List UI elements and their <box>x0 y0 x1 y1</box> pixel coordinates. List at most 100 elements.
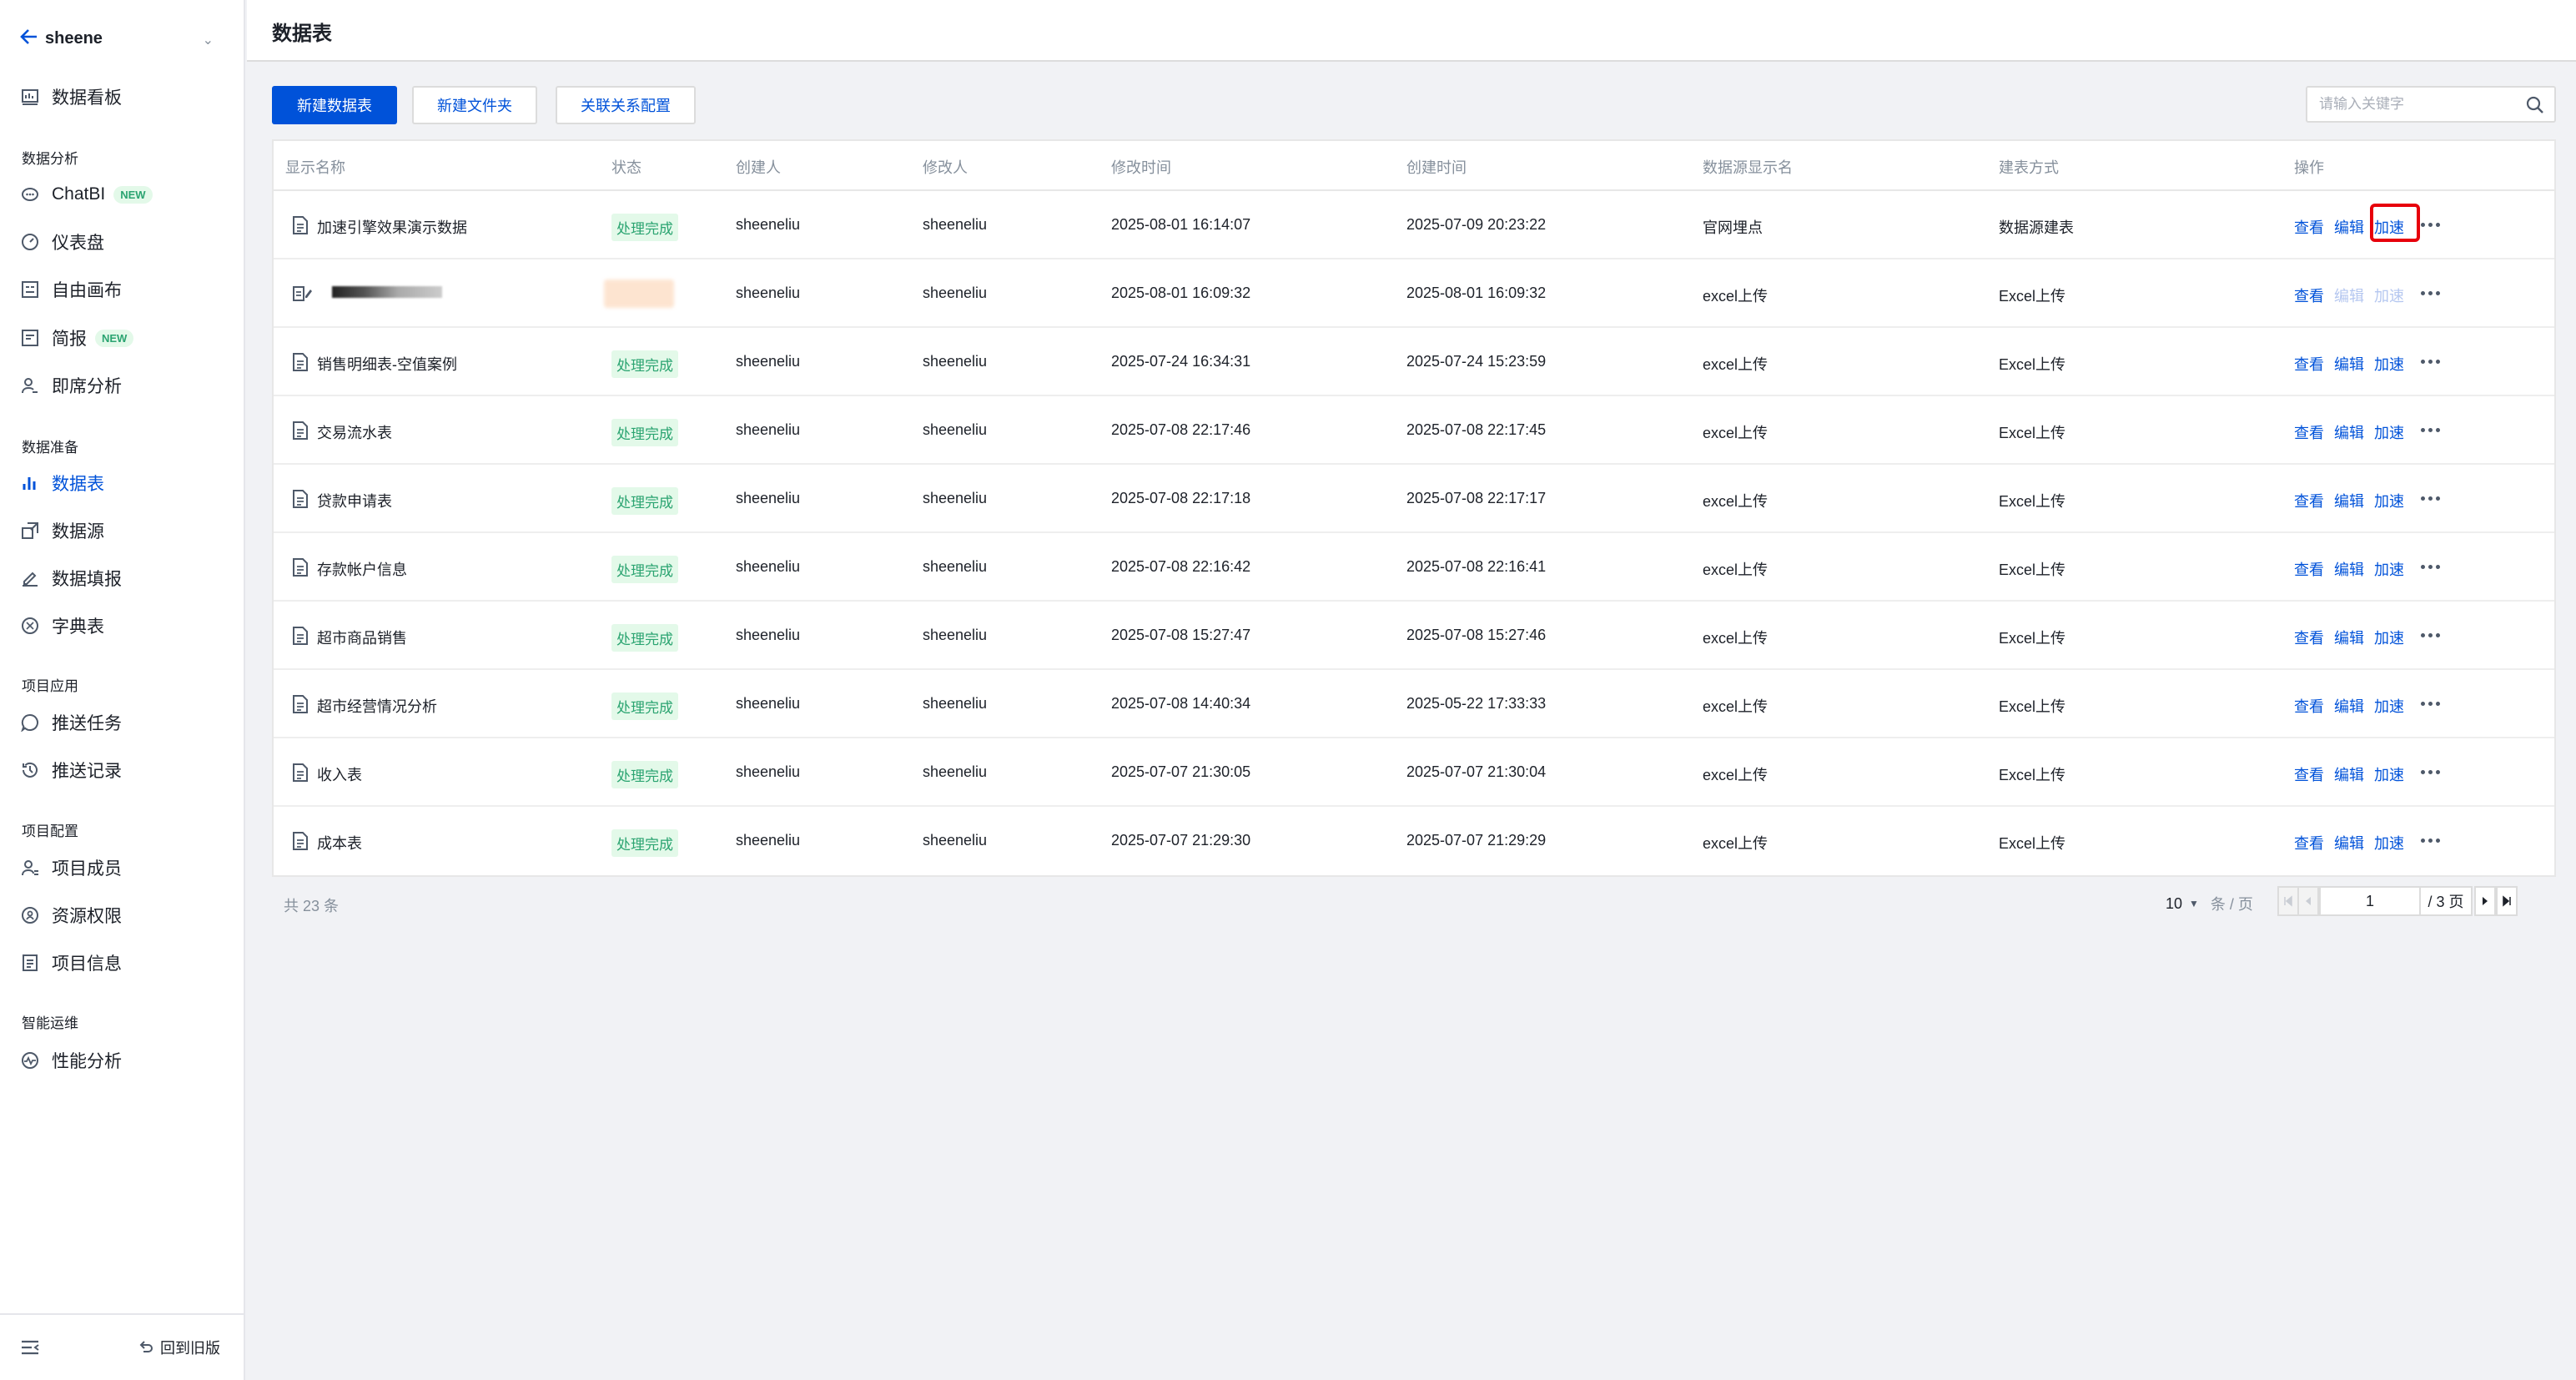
view-link[interactable]: 查看 <box>2294 216 2324 238</box>
group-title-prep: 数据准备 <box>22 440 78 456</box>
sidebar-item-datafill[interactable]: 数据填报 <box>20 562 229 595</box>
more-icon[interactable] <box>2421 565 2440 569</box>
view-link[interactable]: 查看 <box>2294 490 2324 511</box>
view-link[interactable]: 查看 <box>2294 832 2324 854</box>
creator-cell: sheeneliu <box>736 216 801 233</box>
more-icon[interactable] <box>2421 496 2440 501</box>
accelerate-link[interactable]: 加速 <box>2374 353 2404 375</box>
search-icon[interactable] <box>2526 96 2544 119</box>
sidebar-item-datasource[interactable]: 数据源 <box>20 514 229 547</box>
edit-link[interactable]: 编辑 <box>2334 558 2364 580</box>
edit-link[interactable]: 编辑 <box>2334 627 2364 648</box>
creator-cell: sheeneliu <box>736 832 801 849</box>
new-folder-button[interactable]: 新建文件夹 <box>412 86 537 124</box>
table-name[interactable]: 贷款申请表 <box>317 490 392 511</box>
more-icon[interactable] <box>2421 360 2440 364</box>
sidebar-item-chatbi[interactable]: ChatBI NEW <box>20 178 229 211</box>
new-table-button[interactable]: 新建数据表 <box>272 86 397 124</box>
sidebar-item-panel[interactable]: 仪表盘 <box>20 225 229 259</box>
table-row[interactable]: 交易流水表 处理完成 sheeneliu sheeneliu 2025-07-0… <box>274 396 2554 465</box>
back-to-old-version[interactable]: 回到旧版 <box>138 1337 220 1358</box>
edit-link[interactable]: 编辑 <box>2334 695 2364 717</box>
accelerate-link[interactable]: 加速 <box>2374 558 2404 580</box>
source-name-cell: excel上传 <box>1703 630 1768 647</box>
last-page-button[interactable] <box>2496 886 2518 916</box>
more-icon[interactable] <box>2421 702 2440 706</box>
table-row[interactable]: 贷款申请表 处理完成 sheeneliu sheeneliu 2025-07-0… <box>274 465 2554 533</box>
view-link[interactable]: 查看 <box>2294 763 2324 785</box>
view-link[interactable]: 查看 <box>2294 285 2324 306</box>
table-row[interactable]: 加速引擎效果演示数据 处理完成 sheeneliu sheeneliu 2025… <box>274 191 2554 259</box>
page-number-input[interactable]: 1 <box>2319 886 2421 916</box>
accelerate-link[interactable]: 加速 <box>2374 421 2404 443</box>
accelerate-link[interactable]: 加速 <box>2374 627 2404 648</box>
accelerate-link[interactable]: 加速 <box>2374 763 2404 785</box>
edit-link[interactable]: 编辑 <box>2334 353 2364 375</box>
total-pages-label: / 3 页 <box>2428 894 2464 910</box>
more-icon[interactable] <box>2421 291 2440 295</box>
table-name[interactable]: 交易流水表 <box>317 421 392 443</box>
table-row[interactable]: sheeneliu sheeneliu 2025-08-01 16:09:32 … <box>274 259 2554 328</box>
table-name[interactable]: 成本表 <box>317 832 362 854</box>
table-row[interactable]: 成本表 处理完成 sheeneliu sheeneliu 2025-07-07 … <box>274 807 2554 875</box>
view-link[interactable]: 查看 <box>2294 627 2324 648</box>
table-row[interactable]: 存款帐户信息 处理完成 sheeneliu sheeneliu 2025-07-… <box>274 533 2554 602</box>
accelerate-link[interactable]: 加速 <box>2374 695 2404 717</box>
modified-time-cell: 2025-07-08 14:40:34 <box>1111 695 1251 712</box>
more-icon[interactable] <box>2421 770 2440 774</box>
sidebar-item-push-task[interactable]: 推送任务 <box>20 706 229 739</box>
first-page-button[interactable] <box>2277 886 2299 916</box>
table-name[interactable]: 超市经营情况分析 <box>317 695 437 717</box>
page-size-select[interactable]: 10 ▼ 条 / 页 <box>2166 893 2253 914</box>
sidebar-item-datatable[interactable]: 数据表 <box>20 466 229 500</box>
current-page: 1 <box>2365 892 2374 909</box>
sidebar-item-label: 数据填报 <box>52 570 122 589</box>
table-name[interactable]: 加速引擎效果演示数据 <box>317 216 467 238</box>
sidebar-item-report[interactable]: 简报 NEW <box>20 321 229 355</box>
table-row[interactable]: 超市经营情况分析 处理完成 sheeneliu sheeneliu 2025-0… <box>274 670 2554 738</box>
table-row[interactable]: 销售明细表-空值案例 处理完成 sheeneliu sheeneliu 2025… <box>274 328 2554 396</box>
modified-time-cell: 2025-08-01 16:14:07 <box>1111 216 1251 233</box>
view-link[interactable]: 查看 <box>2294 421 2324 443</box>
project-switcher[interactable]: sheene ⌄ <box>20 23 220 53</box>
table-name[interactable]: 存款帐户信息 <box>317 558 407 580</box>
sidebar-item-dashboard[interactable]: 数据看板 <box>20 80 229 113</box>
back-arrow-icon[interactable] <box>20 28 45 49</box>
edit-link[interactable]: 编辑 <box>2334 763 2364 785</box>
modifier-cell: sheeneliu <box>923 490 988 506</box>
next-page-button[interactable] <box>2474 886 2496 916</box>
accelerate-link[interactable]: 加速 <box>2374 490 2404 511</box>
sidebar-item-adhoc[interactable]: 即席分析 <box>20 369 229 402</box>
page-title: 数据表 <box>272 23 332 45</box>
edit-link[interactable]: 编辑 <box>2334 421 2364 443</box>
sidebar-item-label: 自由画布 <box>52 281 122 300</box>
view-link[interactable]: 查看 <box>2294 353 2324 375</box>
sidebar-item-project-info[interactable]: 项目信息 <box>20 946 229 980</box>
sidebar-item-permissions[interactable]: 资源权限 <box>20 899 229 932</box>
sidebar-item-members[interactable]: 项目成员 <box>20 851 229 884</box>
table-name[interactable]: 销售明细表-空值案例 <box>317 353 457 375</box>
sidebar-item-canvas[interactable]: 自由画布 <box>20 273 229 306</box>
table-row[interactable]: 超市商品销售 处理完成 sheeneliu sheeneliu 2025-07-… <box>274 602 2554 670</box>
view-link[interactable]: 查看 <box>2294 558 2324 580</box>
more-icon[interactable] <box>2421 428 2440 432</box>
prev-page-button[interactable] <box>2297 886 2319 916</box>
edit-link[interactable]: 编辑 <box>2334 832 2364 854</box>
table-name[interactable]: 收入表 <box>317 763 362 785</box>
accelerate-link[interactable]: 加速 <box>2374 832 2404 854</box>
sidebar-item-dictionary[interactable]: 字典表 <box>20 609 229 642</box>
relation-config-button[interactable]: 关联关系配置 <box>556 86 696 124</box>
chevron-down-icon[interactable]: ⌄ <box>203 32 214 48</box>
more-icon[interactable] <box>2421 839 2440 843</box>
more-icon[interactable] <box>2421 633 2440 637</box>
sidebar-item-perf[interactable]: 性能分析 <box>20 1044 229 1077</box>
view-link[interactable]: 查看 <box>2294 695 2324 717</box>
table-name[interactable]: 超市商品销售 <box>317 627 407 648</box>
edit-link[interactable]: 编辑 <box>2334 490 2364 511</box>
sidebar-item-push-record[interactable]: 推送记录 <box>20 753 229 787</box>
table-row[interactable]: 收入表 处理完成 sheeneliu sheeneliu 2025-07-07 … <box>274 738 2554 807</box>
more-icon[interactable] <box>2421 223 2440 227</box>
search-input[interactable] <box>2319 88 2519 121</box>
edit-link[interactable]: 编辑 <box>2334 216 2364 238</box>
collapse-menu-icon[interactable] <box>20 1338 40 1362</box>
